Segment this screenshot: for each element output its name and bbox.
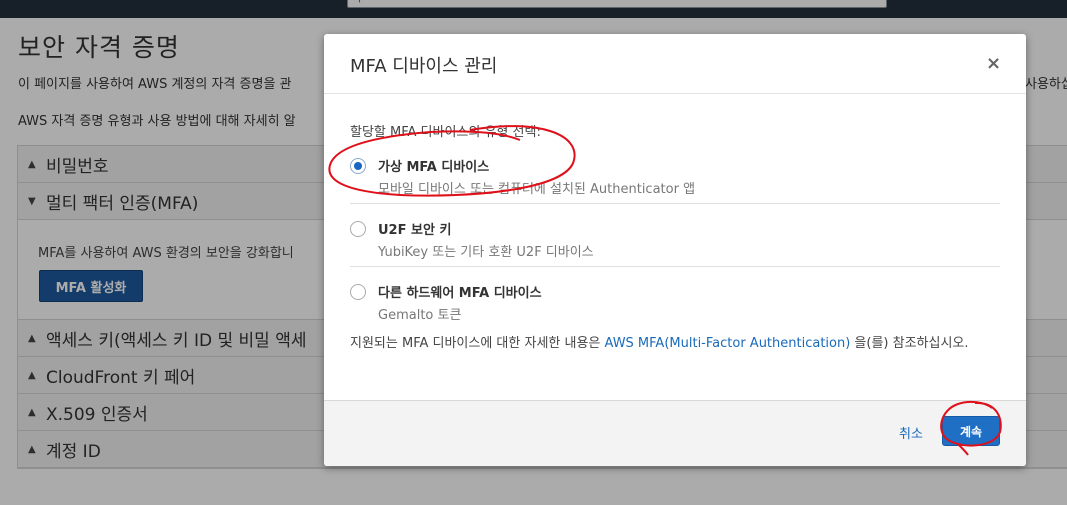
- virtual-mfa-radio[interactable]: [350, 158, 366, 174]
- option-title: U2F 보안 키: [378, 223, 452, 238]
- info-prefix: 지원되는 MFA 디바이스에 대한 자세한 내용은: [350, 336, 605, 351]
- u2f-key-radio[interactable]: [350, 221, 366, 237]
- modal-header: MFA 디바이스 관리 ×: [324, 34, 1026, 94]
- cancel-button[interactable]: 취소: [899, 423, 923, 442]
- device-type-label: 할당할 MFA 디바이스의 유형 선택:: [350, 125, 541, 140]
- option-virtual-mfa[interactable]: 가상 MFA 디바이스 모바일 디바이스 또는 컴퓨터에 설치된 Authent…: [350, 152, 1000, 214]
- option-title: 가상 MFA 디바이스: [378, 160, 490, 175]
- aws-mfa-link[interactable]: AWS MFA(Multi-Factor Authentication): [605, 336, 851, 351]
- info-suffix: 을(를) 참조하십시오.: [850, 336, 969, 351]
- close-icon[interactable]: ×: [986, 53, 1001, 74]
- option-u2f-key[interactable]: U2F 보안 키 YubiKey 또는 기타 호환 U2F 디바이스: [350, 215, 1000, 277]
- modal-footer: 취소 계속: [324, 400, 1026, 466]
- divider: [350, 203, 1000, 204]
- option-description: YubiKey 또는 기타 호환 U2F 디바이스: [378, 245, 594, 260]
- continue-button[interactable]: 계속: [942, 416, 1000, 446]
- divider: [350, 266, 1000, 267]
- hardware-mfa-radio[interactable]: [350, 284, 366, 300]
- option-hardware-mfa[interactable]: 다른 하드웨어 MFA 디바이스 Gemalto 토큰: [350, 278, 1000, 340]
- mfa-info-text: 지원되는 MFA 디바이스에 대한 자세한 내용은 AWS MFA(Multi-…: [350, 333, 1000, 354]
- manage-mfa-device-dialog: MFA 디바이스 관리 × 할당할 MFA 디바이스의 유형 선택: 가상 MF…: [324, 34, 1026, 466]
- modal-title: MFA 디바이스 관리: [350, 56, 498, 77]
- modal-body: 할당할 MFA 디바이스의 유형 선택: 가상 MFA 디바이스 모바일 디바이…: [324, 95, 1026, 400]
- option-description: 모바일 디바이스 또는 컴퓨터에 설치된 Authenticator 앱: [378, 182, 696, 197]
- option-title: 다른 하드웨어 MFA 디바이스: [378, 286, 542, 301]
- option-description: Gemalto 토큰: [378, 308, 462, 323]
